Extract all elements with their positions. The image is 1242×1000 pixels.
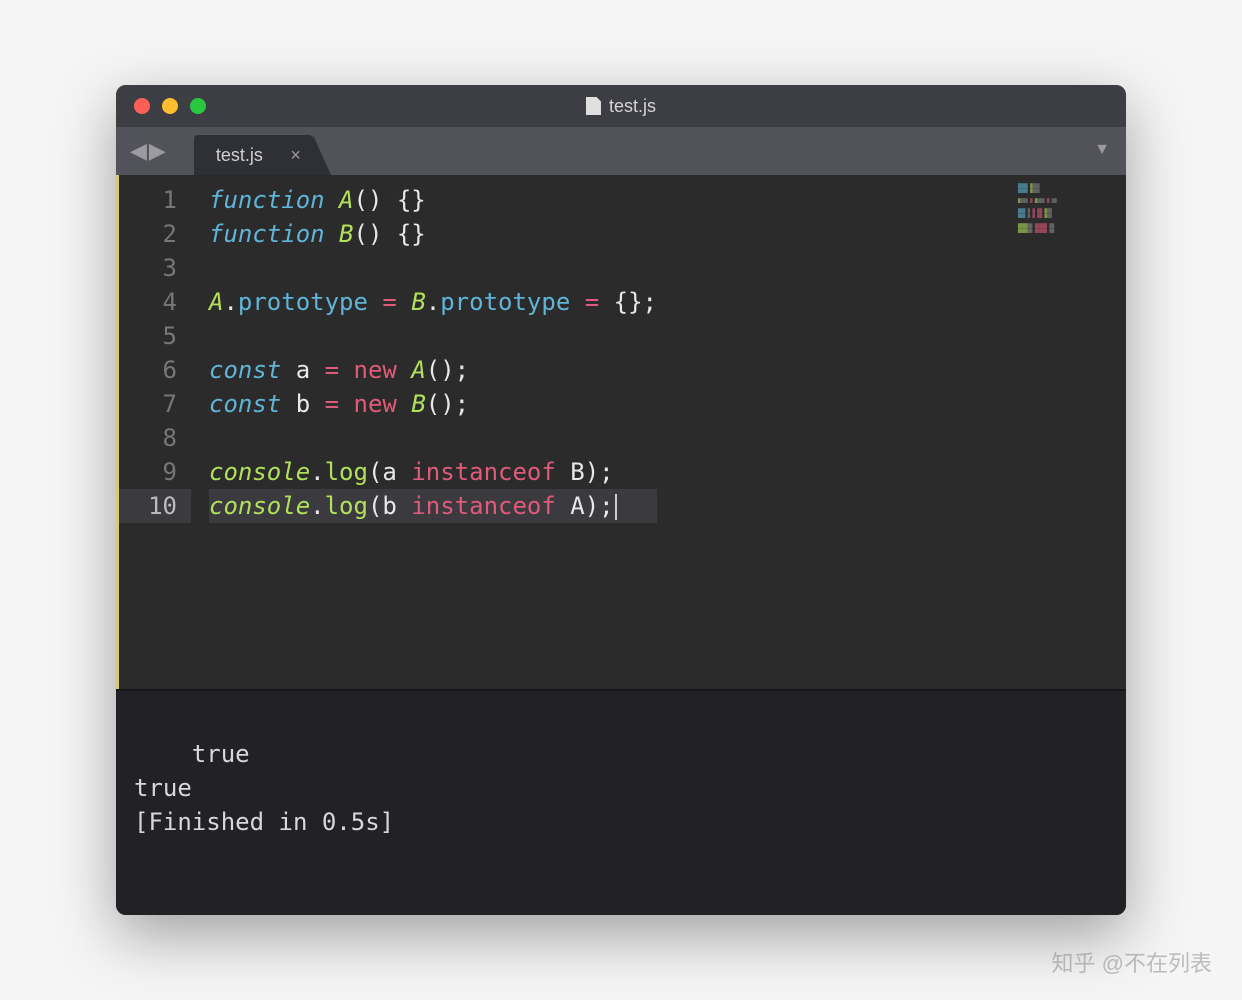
close-tab-icon[interactable]: ×: [290, 145, 301, 166]
watermark: 知乎 @不在列表: [1052, 946, 1212, 978]
line-number: 10: [119, 489, 191, 523]
line-gutter: 12345678910: [116, 175, 191, 689]
line-number: 5: [119, 319, 191, 353]
minimize-window-button[interactable]: [162, 98, 178, 114]
line-number: 6: [119, 353, 191, 387]
titlebar[interactable]: test.js: [116, 85, 1126, 127]
code-line[interactable]: function A() {}: [209, 183, 657, 217]
code-editor[interactable]: 12345678910 function A() {}function B() …: [116, 175, 1126, 689]
window-title: test.js: [586, 96, 656, 117]
nav-forward-icon[interactable]: ▶: [149, 140, 166, 162]
code-area[interactable]: function A() {}function B() {} A.prototy…: [191, 175, 657, 689]
window-title-text: test.js: [609, 96, 656, 117]
file-icon: [586, 97, 601, 115]
nav-back-icon[interactable]: ◀: [130, 140, 147, 162]
line-number: 9: [119, 455, 191, 489]
line-number: 1: [119, 183, 191, 217]
tab-dropdown-icon[interactable]: ▼: [1094, 141, 1110, 159]
minimap[interactable]: ████ ████ ████ ████ ████ █ ████ █ ██ ███…: [1018, 183, 1118, 233]
tab-bar: ◀ ▶ test.js × ▼: [116, 127, 1126, 175]
window-controls: [134, 98, 206, 114]
code-line[interactable]: [209, 319, 657, 353]
code-line[interactable]: [209, 251, 657, 285]
code-line[interactable]: A.prototype = B.prototype = {};: [209, 285, 657, 319]
code-line[interactable]: [209, 421, 657, 455]
line-number: 4: [119, 285, 191, 319]
text-cursor: [615, 494, 617, 520]
line-number: 2: [119, 217, 191, 251]
code-line[interactable]: const a = new A();: [209, 353, 657, 387]
nav-buttons: ◀ ▶: [130, 140, 166, 162]
line-number: 8: [119, 421, 191, 455]
code-line[interactable]: console.log(a instanceof B);: [209, 455, 657, 489]
code-line[interactable]: const b = new B();: [209, 387, 657, 421]
close-window-button[interactable]: [134, 98, 150, 114]
output-console[interactable]: true true [Finished in 0.5s]: [116, 689, 1126, 915]
editor-window: test.js ◀ ▶ test.js × ▼ 12345678910 func…: [116, 85, 1126, 915]
tab-label: test.js: [216, 145, 263, 166]
maximize-window-button[interactable]: [190, 98, 206, 114]
code-line[interactable]: function B() {}: [209, 217, 657, 251]
code-line[interactable]: console.log(b instanceof A);: [209, 489, 657, 523]
line-number: 3: [119, 251, 191, 285]
line-number: 7: [119, 387, 191, 421]
tab-test-js[interactable]: test.js ×: [194, 135, 313, 175]
console-output: true true [Finished in 0.5s]: [134, 740, 394, 836]
